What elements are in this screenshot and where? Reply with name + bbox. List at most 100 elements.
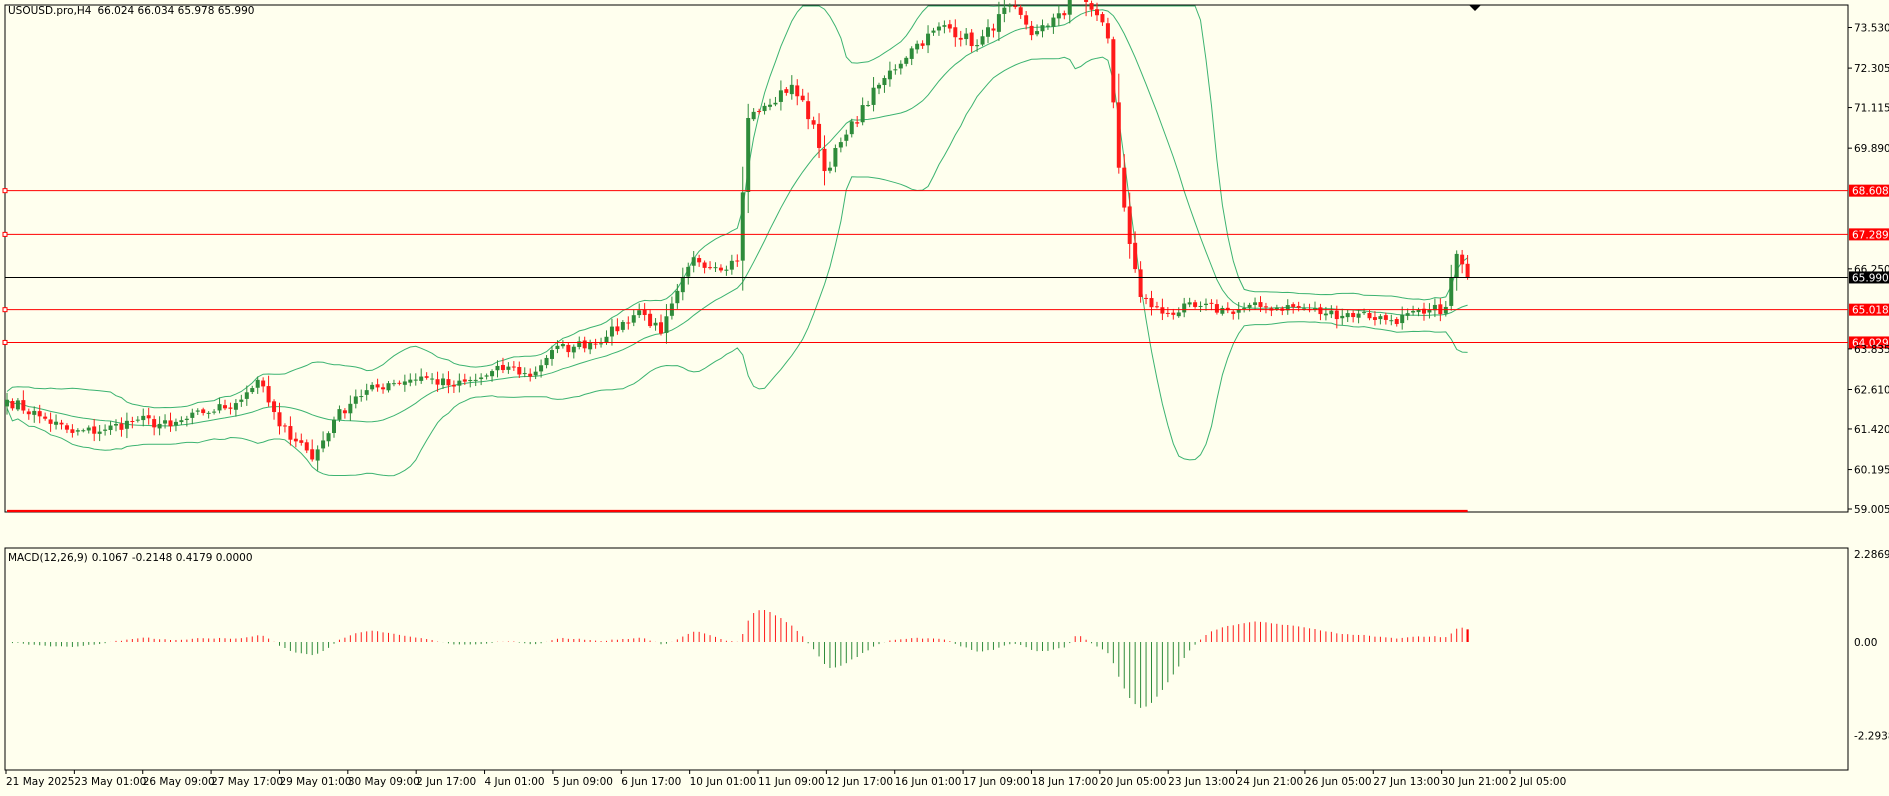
candle-body (70, 429, 75, 433)
candle (386, 381, 391, 393)
candle (1133, 231, 1138, 273)
candle-body (1400, 314, 1405, 324)
candle-body (397, 382, 402, 384)
candle-body (255, 379, 260, 388)
candle-body (1176, 312, 1181, 317)
horizontal-levels: 68.60867.28965.01864.02965.990 (2, 184, 1889, 349)
candle (893, 64, 898, 75)
chart-area[interactable]: 68.60867.28965.01864.02965.990 77.17075.… (0, 0, 1889, 792)
candle (833, 144, 838, 173)
candle-body (571, 346, 576, 353)
candle-body (413, 379, 418, 381)
candle (533, 366, 538, 380)
candle (986, 19, 990, 44)
candle-body (1258, 302, 1263, 307)
candle-body (1067, 0, 1072, 15)
candle-body (942, 25, 947, 27)
candle-body (1454, 253, 1459, 278)
candle (282, 423, 287, 433)
candle-body (964, 33, 969, 40)
candle-body (48, 419, 53, 424)
candle (1204, 298, 1208, 311)
candle (620, 320, 625, 333)
candle-body (915, 43, 920, 50)
candle-body (1318, 307, 1323, 315)
candle (1422, 302, 1426, 321)
candle (517, 361, 522, 378)
candle-body (435, 379, 440, 385)
candle-body (980, 36, 985, 45)
candle-body (1029, 25, 1034, 36)
candle (1329, 305, 1334, 319)
candle-body (1111, 39, 1116, 103)
candle-body (173, 421, 178, 426)
time-tick-label: 23 Jun 13:00 (1168, 776, 1235, 788)
candle (326, 431, 331, 447)
candle (1225, 302, 1230, 314)
time-tick-label: 6 Jun 17:00 (621, 776, 681, 788)
candle (43, 412, 48, 421)
candle-body (533, 371, 538, 376)
candle-body (64, 425, 69, 430)
candle-body (528, 373, 533, 377)
candle (413, 373, 418, 386)
candle (996, 1, 1001, 41)
candles (5, 0, 1470, 471)
candle (871, 77, 876, 112)
candle (1056, 5, 1061, 27)
symbol-label: USOUSD.pro,H4 66.024 66.034 65.978 65.990 (8, 5, 254, 17)
price-tick-label: 61.420 (1854, 424, 1889, 436)
candle-body (233, 403, 238, 410)
candle-body (26, 411, 31, 415)
candle (566, 342, 571, 358)
candle-body (272, 401, 277, 413)
candle (424, 372, 429, 380)
candle-body (588, 342, 593, 350)
candle-body (81, 430, 86, 432)
candle-body (789, 84, 794, 95)
candle-body (108, 425, 113, 431)
candle (931, 27, 936, 36)
candle (697, 254, 702, 267)
candle (1372, 311, 1377, 326)
candle-body (43, 416, 48, 419)
candle (1193, 299, 1198, 309)
candle (511, 361, 516, 371)
candle (92, 418, 97, 442)
candle-body (1220, 308, 1225, 314)
candle-body (451, 384, 456, 387)
candle-body (697, 258, 702, 263)
candle (391, 379, 396, 387)
candle (1378, 314, 1383, 325)
candle-body (871, 87, 876, 105)
time-tick-label: 30 Jun 21:00 (1442, 776, 1509, 788)
candle-body (1056, 13, 1061, 19)
candle (446, 371, 451, 394)
candle (522, 367, 527, 378)
candle-body (266, 386, 271, 403)
candle-body (1105, 23, 1110, 39)
time-tick-label: 2 Jul 05:00 (1510, 776, 1566, 788)
candle-body (1460, 254, 1465, 265)
candle (762, 102, 767, 115)
candle (315, 445, 320, 471)
time-tick-label: 11 Jun 09:00 (758, 776, 825, 788)
candle (1427, 303, 1432, 319)
candle (724, 265, 729, 276)
candle-body (408, 379, 413, 383)
candle-body (1356, 313, 1361, 318)
candle (904, 56, 909, 67)
time-tick-label: 23 May 01:00 (74, 776, 146, 788)
candle-body (473, 379, 478, 381)
candle-body (490, 371, 495, 377)
candle (64, 423, 69, 434)
candle (152, 415, 157, 436)
price-tick-label: 62.610 (1854, 384, 1889, 396)
candle (108, 421, 113, 435)
candle-body (1231, 311, 1236, 314)
candle (817, 113, 822, 159)
candle (1171, 308, 1176, 320)
candle-body (560, 344, 565, 347)
candle-body (806, 101, 811, 120)
candle (811, 116, 816, 129)
